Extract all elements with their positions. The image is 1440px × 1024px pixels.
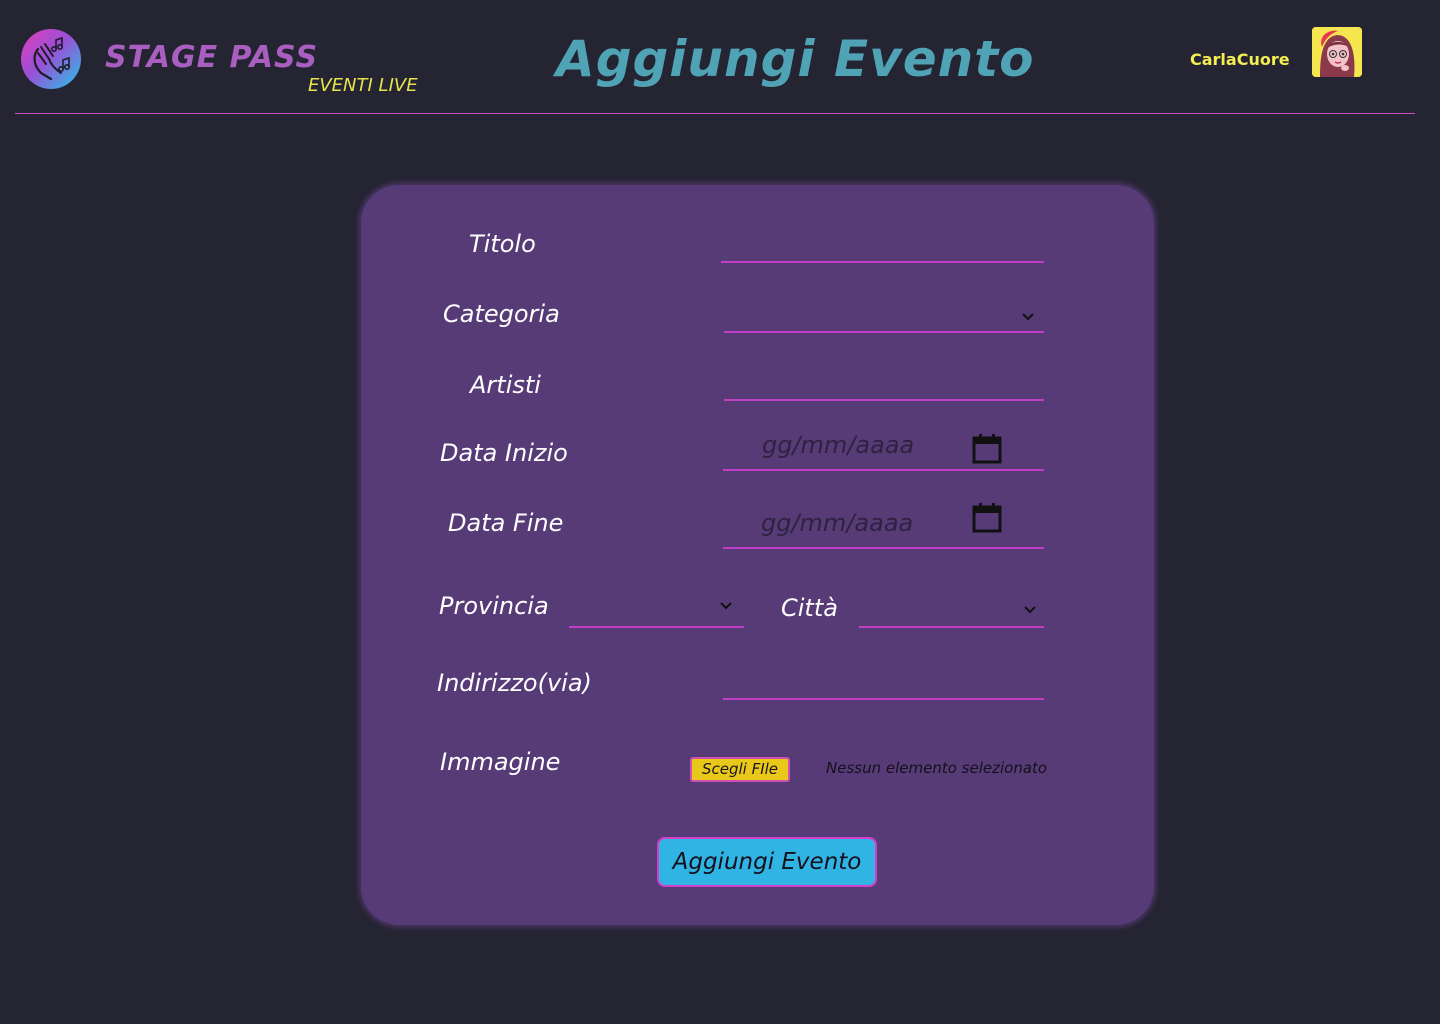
titolo-label: Titolo [469, 230, 536, 258]
data-inizio-placeholder: gg/mm/aaaa [762, 431, 915, 459]
brand-tagline: EVENTI LIVE [308, 75, 418, 96]
username[interactable]: CarlaCuore [1190, 50, 1290, 69]
artisti-label: Artisti [470, 371, 541, 399]
app-header: STAGE PASS EVENTI LIVE Aggiungi Evento C… [0, 0, 1440, 114]
categoria-label: Categoria [443, 300, 560, 328]
chevron-down-icon [1024, 606, 1036, 614]
categoria-select[interactable] [724, 303, 1044, 333]
chevron-down-icon [1022, 313, 1034, 321]
page-title: Aggiungi Evento [556, 30, 1035, 88]
music-hand-icon[interactable] [21, 29, 81, 89]
avatar[interactable] [1312, 27, 1362, 77]
data-inizio-label: Data Inizio [440, 439, 568, 467]
indirizzo-input[interactable] [723, 670, 1044, 700]
brand-name[interactable]: STAGE PASS [105, 40, 318, 75]
citta-select[interactable] [859, 598, 1044, 628]
indirizzo-label: Indirizzo(via) [437, 669, 592, 697]
provincia-select[interactable] [569, 598, 744, 628]
header-divider [15, 113, 1415, 114]
citta-label: Città [781, 594, 838, 622]
data-fine-label: Data Fine [448, 509, 564, 537]
artisti-input[interactable] [724, 371, 1044, 401]
provincia-label: Provincia [439, 592, 549, 620]
add-event-form [361, 185, 1154, 925]
chevron-down-icon [720, 602, 732, 610]
add-event-button[interactable]: Aggiungi Evento [657, 837, 877, 887]
data-fine-placeholder: gg/mm/aaaa [761, 509, 914, 537]
calendar-icon[interactable] [972, 503, 1002, 533]
immagine-label: Immagine [440, 748, 561, 776]
titolo-input[interactable] [721, 233, 1044, 263]
choose-file-button[interactable]: Scegli FIle [690, 757, 790, 782]
file-status: Nessun elemento selezionato [826, 759, 1048, 777]
calendar-icon[interactable] [972, 434, 1002, 464]
